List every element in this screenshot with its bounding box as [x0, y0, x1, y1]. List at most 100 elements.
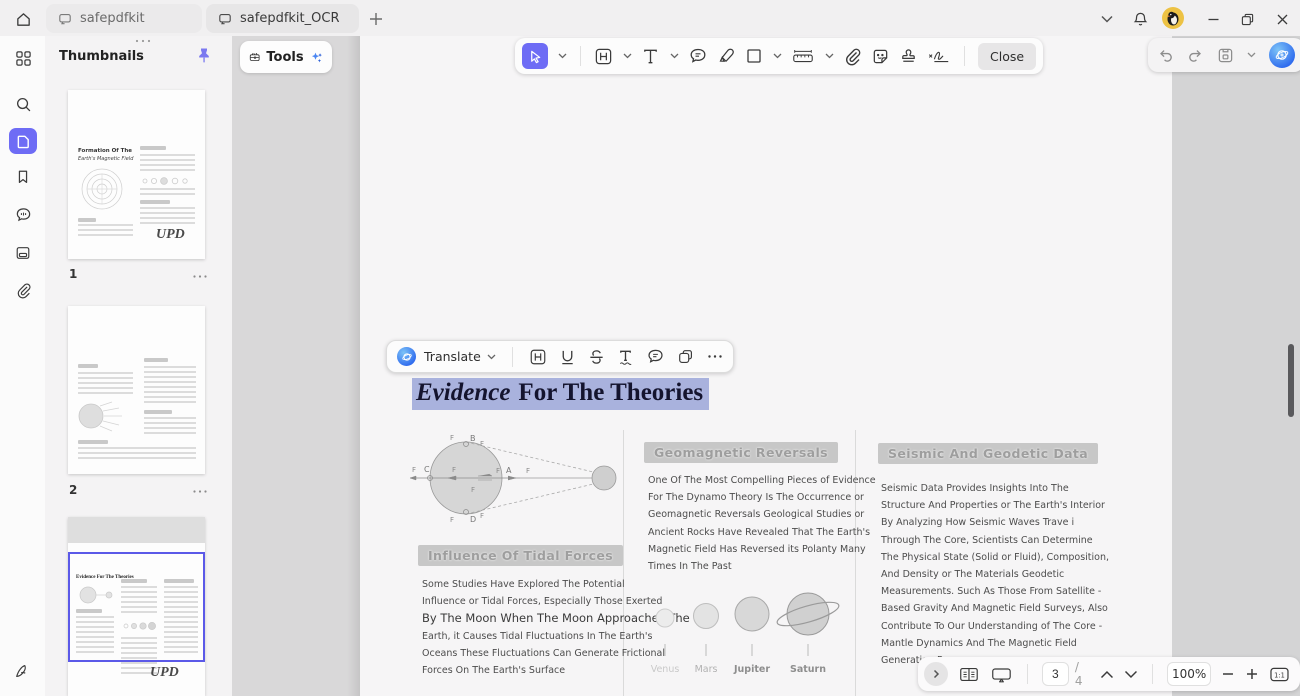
chevron-down-icon[interactable] — [670, 53, 679, 59]
sticker-tool-button[interactable] — [871, 47, 890, 66]
shape-tool-button[interactable] — [745, 47, 763, 65]
chevron-down-icon[interactable] — [825, 53, 834, 59]
chevron-down-icon[interactable] — [558, 53, 567, 59]
page-number-input[interactable] — [1041, 662, 1069, 686]
chevron-down-icon[interactable] — [1247, 52, 1256, 58]
presentation-mode-icon[interactable] — [990, 665, 1013, 684]
chevron-up-icon[interactable] — [1100, 670, 1114, 679]
left-icon-rail — [0, 36, 45, 696]
stamp-tool-button[interactable] — [899, 47, 918, 66]
heading-format-icon[interactable] — [529, 348, 547, 366]
thumb-options-icon[interactable] — [192, 489, 208, 494]
chevron-down-icon[interactable] — [773, 53, 782, 59]
divider — [580, 46, 581, 66]
sidebar-item-thumbnails[interactable] — [9, 128, 37, 154]
thumb-heading-bar — [144, 410, 172, 414]
thumb-title-line: Formation Of The — [78, 148, 132, 154]
thumbnail-page-3[interactable]: Evidence For The Theories UPD — [68, 517, 205, 696]
chevron-down-icon[interactable] — [487, 354, 496, 360]
titlebar-collapse-button[interactable] — [1096, 8, 1118, 30]
panel-drag-handle-icon[interactable] — [133, 38, 153, 44]
thumb-watermark: UPD — [156, 227, 185, 242]
chevron-down-icon[interactable] — [623, 53, 632, 59]
doc-heading-selected[interactable]: Evidence For The Theories — [412, 378, 710, 410]
undo-icon[interactable] — [1157, 47, 1174, 63]
diagram-point-d: D — [470, 515, 476, 524]
thumb-title-line: Earth's Magnetic Field — [78, 156, 134, 162]
sidebar-item-bookmarks[interactable] — [9, 164, 37, 190]
more-options-icon[interactable] — [707, 354, 723, 359]
zoom-level-display[interactable]: 100% — [1167, 662, 1212, 686]
copy-icon[interactable] — [677, 348, 695, 366]
sidebar-item-comments[interactable] — [9, 201, 37, 227]
tab-safepdfkit-ocr[interactable]: safepdfkit_OCR — [206, 4, 359, 33]
thumb-top-band — [68, 517, 205, 543]
tab-safepdfkit[interactable]: safepdfkit — [46, 4, 202, 33]
zoom-in-icon[interactable] — [1245, 667, 1259, 681]
sidebar-item-attachments[interactable] — [9, 277, 37, 303]
highlighter-tool-button[interactable] — [717, 47, 736, 66]
section-heading: Seismic And Geodetic Data — [878, 443, 1099, 464]
user-avatar[interactable] — [1161, 6, 1185, 30]
tools-button[interactable]: Tools — [240, 41, 332, 73]
diagram-point-c: C — [424, 465, 430, 474]
text-line: Seismic Data Provides Insights Into The — [881, 483, 1069, 494]
app-grid-button[interactable] — [9, 45, 37, 71]
new-tab-button[interactable] — [365, 8, 387, 30]
signature-tool-button[interactable] — [927, 47, 951, 66]
diagram-force-label: F — [450, 434, 454, 442]
planets-size-diagram: Venus Mars Jupiter Saturn — [651, 592, 840, 675]
diagram-force-label: F — [452, 466, 456, 474]
comment-bubble-icon[interactable] — [646, 347, 665, 366]
select-tool-button[interactable] — [522, 43, 548, 69]
attach-file-button[interactable] — [843, 47, 862, 66]
sidebar-item-page-organize[interactable] — [9, 240, 37, 266]
thumb-diagram — [78, 401, 122, 432]
thumb-page-number: 2 — [69, 483, 78, 497]
save-icon[interactable] — [1217, 47, 1234, 64]
text-line: Ancient Rocks Have Revealed That The Ear… — [648, 526, 871, 538]
comment-tool-button[interactable] — [688, 46, 708, 66]
chevron-down-icon[interactable] — [1124, 670, 1138, 679]
paperclip-icon — [17, 282, 31, 298]
text-tool-button[interactable] — [641, 47, 660, 66]
thumb-heading-bar — [140, 146, 166, 150]
text-line: The Physical State (Solid or Fluid), Com… — [881, 551, 1110, 563]
strikethrough-icon[interactable] — [588, 348, 605, 366]
sidebar-item-search[interactable] — [9, 91, 37, 117]
restore-button[interactable] — [1236, 8, 1258, 30]
translate-label[interactable]: Translate — [424, 349, 481, 364]
close-window-button[interactable] — [1271, 8, 1293, 30]
measure-tool-button[interactable] — [791, 46, 815, 66]
ai-assistant-button[interactable] — [1269, 42, 1295, 68]
minimize-button[interactable] — [1202, 8, 1224, 30]
ai-translate-button[interactable] — [397, 347, 416, 366]
redo-icon[interactable] — [1187, 47, 1204, 63]
actual-size-icon[interactable]: 1:1 — [1269, 666, 1290, 683]
heading-tool-button[interactable] — [594, 47, 613, 66]
sidebar-item-annotate[interactable] — [9, 658, 37, 684]
vertical-scrollbar[interactable] — [1288, 344, 1294, 417]
close-toolbar-button[interactable]: Close — [978, 42, 1037, 70]
thumbnail-page-1[interactable]: Formation Of The Earth's Magnetic Field … — [68, 90, 205, 259]
thumb-text-block — [164, 586, 198, 656]
thumbnail-page-2[interactable] — [68, 306, 205, 474]
thumb-heading-bar — [121, 579, 147, 583]
thumb-options-icon[interactable] — [192, 274, 208, 279]
pin-icon[interactable] — [196, 47, 212, 64]
titlebar: safepdfkit safepdfkit_OCR — [0, 0, 1300, 36]
thumb-planets-row — [123, 622, 156, 630]
text-line: Geomagnetic Reversals Geological Studies… — [648, 509, 865, 521]
sticker-icon — [873, 49, 888, 63]
underline-icon[interactable] — [559, 348, 576, 366]
comment-bubble-icon — [690, 48, 706, 63]
text-style-icon[interactable] — [617, 348, 634, 366]
actual-size-label: 1:1 — [1274, 671, 1285, 679]
two-page-view-icon[interactable] — [958, 665, 980, 684]
notifications-button[interactable] — [1129, 8, 1151, 30]
zoom-out-icon[interactable] — [1221, 667, 1235, 681]
text-line: And Density or The Materials Geodetic — [881, 569, 1065, 581]
expand-nav-button[interactable] — [924, 662, 948, 686]
home-button[interactable] — [12, 8, 34, 30]
divider — [511, 346, 513, 367]
